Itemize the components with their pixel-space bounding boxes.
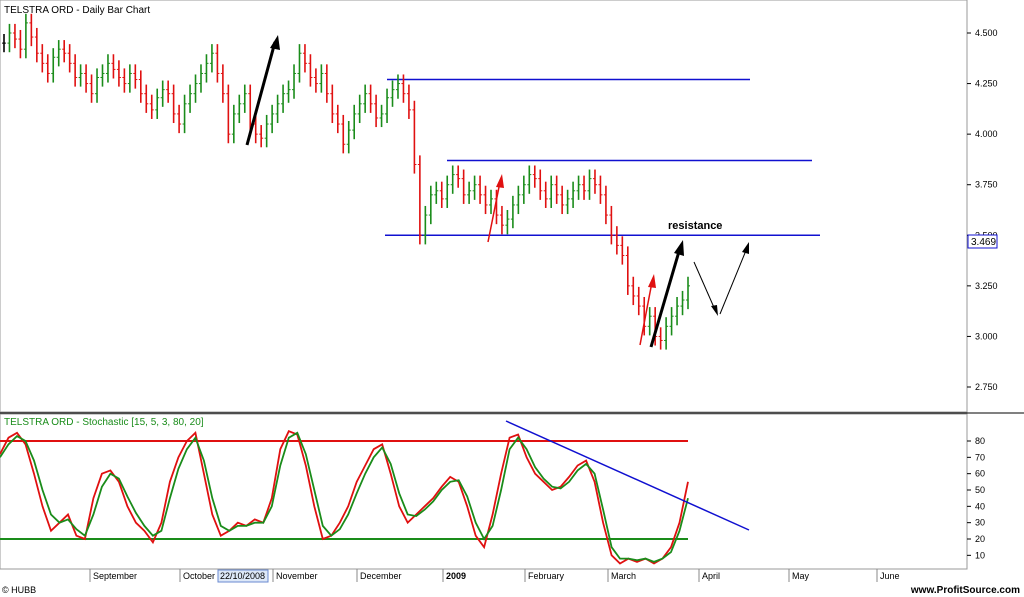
stochastic-tick-label: 20: [975, 534, 985, 544]
date-tick-label: December: [360, 571, 402, 581]
stochastic-panel-title: TELSTRA ORD - Stochastic [15, 5, 3, 80, …: [4, 417, 204, 428]
copyright-label: © HUBB: [2, 585, 36, 595]
price-panel: [0, 0, 968, 413]
price-tick-label: 4.000: [975, 129, 998, 139]
price-tick-label: 2.750: [975, 382, 998, 392]
price-tick-label: 4.250: [975, 79, 998, 89]
stochastic-tick-label: 30: [975, 518, 985, 528]
price-axis: 4.5004.2504.0003.7503.5003.2503.0002.750: [967, 28, 998, 392]
price-tick-label: 3.000: [975, 331, 998, 341]
date-tick-label: 2009: [446, 571, 466, 581]
chart-canvas: TELSTRA ORD - Daily Bar Chart TELSTRA OR…: [0, 0, 1024, 596]
source-label: www.ProfitSource.com: [910, 585, 1020, 596]
stochastic-tick-label: 60: [975, 469, 985, 479]
stochastic-tick-label: 50: [975, 485, 985, 495]
stochastic-tick-label: 70: [975, 452, 985, 462]
cursor-date: 22/10/2008: [220, 571, 265, 581]
resistance-label: resistance: [668, 220, 722, 232]
price-tick-label: 4.500: [975, 28, 998, 38]
date-tick-label: November: [276, 571, 318, 581]
last-price-label: 3.469: [971, 237, 996, 248]
stochastic-tick-label: 10: [975, 550, 985, 560]
date-tick-label: April: [702, 571, 720, 581]
date-tick-label: June: [880, 571, 900, 581]
stochastic-tick-label: 80: [975, 436, 985, 446]
stochastic-tick-label: 40: [975, 501, 985, 511]
date-tick-label: October: [183, 571, 215, 581]
date-tick-label: March: [611, 571, 636, 581]
date-tick-label: February: [528, 571, 565, 581]
date-tick-label: May: [792, 571, 810, 581]
stochastic-axis: 80 70 60 50 40 30 20 10: [967, 436, 985, 560]
price-tick-label: 3.250: [975, 281, 998, 291]
price-tick-label: 3.750: [975, 180, 998, 190]
date-axis: September October November December 2009 Febr…: [89, 569, 900, 582]
date-tick-label: September: [93, 571, 137, 581]
